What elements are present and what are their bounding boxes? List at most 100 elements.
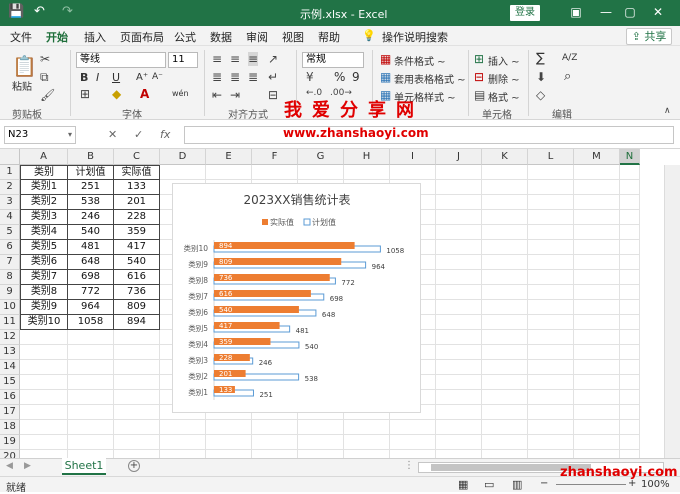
cell[interactable] — [114, 405, 160, 420]
row-header-3[interactable]: 3 — [0, 195, 20, 210]
table-cell[interactable]: 251 — [68, 180, 114, 195]
cell[interactable] — [20, 450, 68, 458]
row-header-19[interactable]: 19 — [0, 435, 20, 450]
cell[interactable] — [574, 405, 620, 420]
row-header-20[interactable]: 20 — [0, 450, 20, 458]
row-header-2[interactable]: 2 — [0, 180, 20, 195]
bold-button[interactable]: B — [80, 71, 88, 84]
row-header-17[interactable]: 17 — [0, 405, 20, 420]
tab-data[interactable]: 数据 — [210, 29, 232, 45]
column-header-F[interactable]: F — [252, 149, 298, 165]
cell[interactable] — [20, 360, 68, 375]
cell[interactable] — [620, 360, 640, 375]
increase-indent-icon[interactable]: ⇥ — [230, 88, 240, 102]
row-header-15[interactable]: 15 — [0, 375, 20, 390]
currency-icon[interactable]: ¥ — [306, 70, 314, 84]
cell[interactable] — [68, 375, 114, 390]
cell[interactable] — [528, 210, 574, 225]
insert-function-button[interactable]: fx — [160, 128, 170, 141]
table-cell[interactable]: 类别5 — [20, 240, 68, 255]
cell[interactable] — [68, 345, 114, 360]
cell[interactable] — [574, 165, 620, 180]
table-header-cell[interactable]: 类别 — [20, 165, 68, 180]
font-color-icon[interactable]: A — [140, 87, 149, 101]
cell[interactable] — [620, 420, 640, 435]
column-header-E[interactable]: E — [206, 149, 252, 165]
cell[interactable] — [482, 360, 528, 375]
autosum-button[interactable]: ∑ — [536, 51, 545, 66]
format-cells-button[interactable]: 格式 ~ — [488, 89, 520, 104]
table-cell[interactable]: 359 — [114, 225, 160, 240]
cell[interactable] — [620, 255, 640, 270]
table-header-cell[interactable]: 实际值 — [114, 165, 160, 180]
underline-button[interactable]: U — [112, 71, 120, 84]
cell[interactable] — [482, 330, 528, 345]
cell[interactable] — [620, 345, 640, 360]
cell[interactable] — [574, 390, 620, 405]
cell[interactable] — [436, 345, 482, 360]
vertical-scrollbar[interactable] — [664, 165, 680, 458]
table-cell[interactable]: 616 — [114, 270, 160, 285]
cell[interactable] — [528, 285, 574, 300]
cell[interactable] — [574, 360, 620, 375]
wrap-text-icon[interactable]: ↵ — [268, 70, 278, 84]
table-cell[interactable]: 类别7 — [20, 270, 68, 285]
cell[interactable] — [436, 300, 482, 315]
zoom-slider[interactable] — [556, 484, 626, 485]
column-header-K[interactable]: K — [482, 149, 528, 165]
cell[interactable] — [206, 435, 252, 450]
tab-view[interactable]: 视图 — [282, 29, 304, 45]
percent-button[interactable]: % — [334, 70, 345, 84]
column-header-D[interactable]: D — [160, 149, 206, 165]
cell[interactable] — [620, 270, 640, 285]
cell[interactable] — [20, 375, 68, 390]
row-header-18[interactable]: 18 — [0, 420, 20, 435]
cancel-icon[interactable]: ✕ — [108, 128, 117, 141]
normal-view-icon[interactable]: ▦ — [458, 478, 468, 491]
cell[interactable] — [344, 435, 390, 450]
cell[interactable] — [574, 240, 620, 255]
cell[interactable] — [528, 270, 574, 285]
cell[interactable] — [252, 435, 298, 450]
table-cell[interactable]: 类别6 — [20, 255, 68, 270]
phonetic-button[interactable]: wén — [172, 89, 189, 98]
cell[interactable] — [436, 255, 482, 270]
clear-icon[interactable]: ◇ — [536, 88, 545, 102]
cell[interactable] — [482, 165, 528, 180]
font-grow-button[interactable]: A⁺ — [136, 72, 148, 83]
table-cell[interactable]: 246 — [68, 210, 114, 225]
formula-input[interactable] — [184, 126, 674, 144]
cell[interactable] — [528, 375, 574, 390]
cut-icon[interactable]: ✂ — [40, 52, 50, 66]
column-header-G[interactable]: G — [298, 149, 344, 165]
cell[interactable] — [344, 450, 390, 458]
cell[interactable] — [436, 330, 482, 345]
cell[interactable] — [160, 420, 206, 435]
cell[interactable] — [160, 165, 206, 180]
cell[interactable] — [114, 360, 160, 375]
cell[interactable] — [436, 420, 482, 435]
cell[interactable] — [528, 165, 574, 180]
format-painter-icon[interactable]: 🖌 — [40, 88, 55, 102]
table-cell[interactable]: 772 — [68, 285, 114, 300]
cell[interactable] — [574, 345, 620, 360]
cell[interactable] — [436, 240, 482, 255]
row-header-10[interactable]: 10 — [0, 300, 20, 315]
cell[interactable] — [436, 375, 482, 390]
cell[interactable] — [620, 180, 640, 195]
row-header-6[interactable]: 6 — [0, 240, 20, 255]
cell[interactable] — [436, 270, 482, 285]
align-top-icon[interactable]: ≡ — [212, 52, 222, 66]
row-header-9[interactable]: 9 — [0, 285, 20, 300]
align-bottom-icon[interactable]: ≡ — [248, 52, 259, 66]
merge-center-icon[interactable]: ⊟ — [268, 88, 278, 102]
cell[interactable] — [252, 165, 298, 180]
cell[interactable] — [620, 450, 640, 458]
cell[interactable] — [620, 435, 640, 450]
cell[interactable] — [68, 390, 114, 405]
cell[interactable] — [574, 420, 620, 435]
cell[interactable] — [620, 225, 640, 240]
number-format-select[interactable]: 常规 — [302, 52, 364, 68]
tab-formulas[interactable]: 公式 — [174, 29, 196, 45]
undo-icon[interactable]: ↶ — [34, 4, 45, 19]
